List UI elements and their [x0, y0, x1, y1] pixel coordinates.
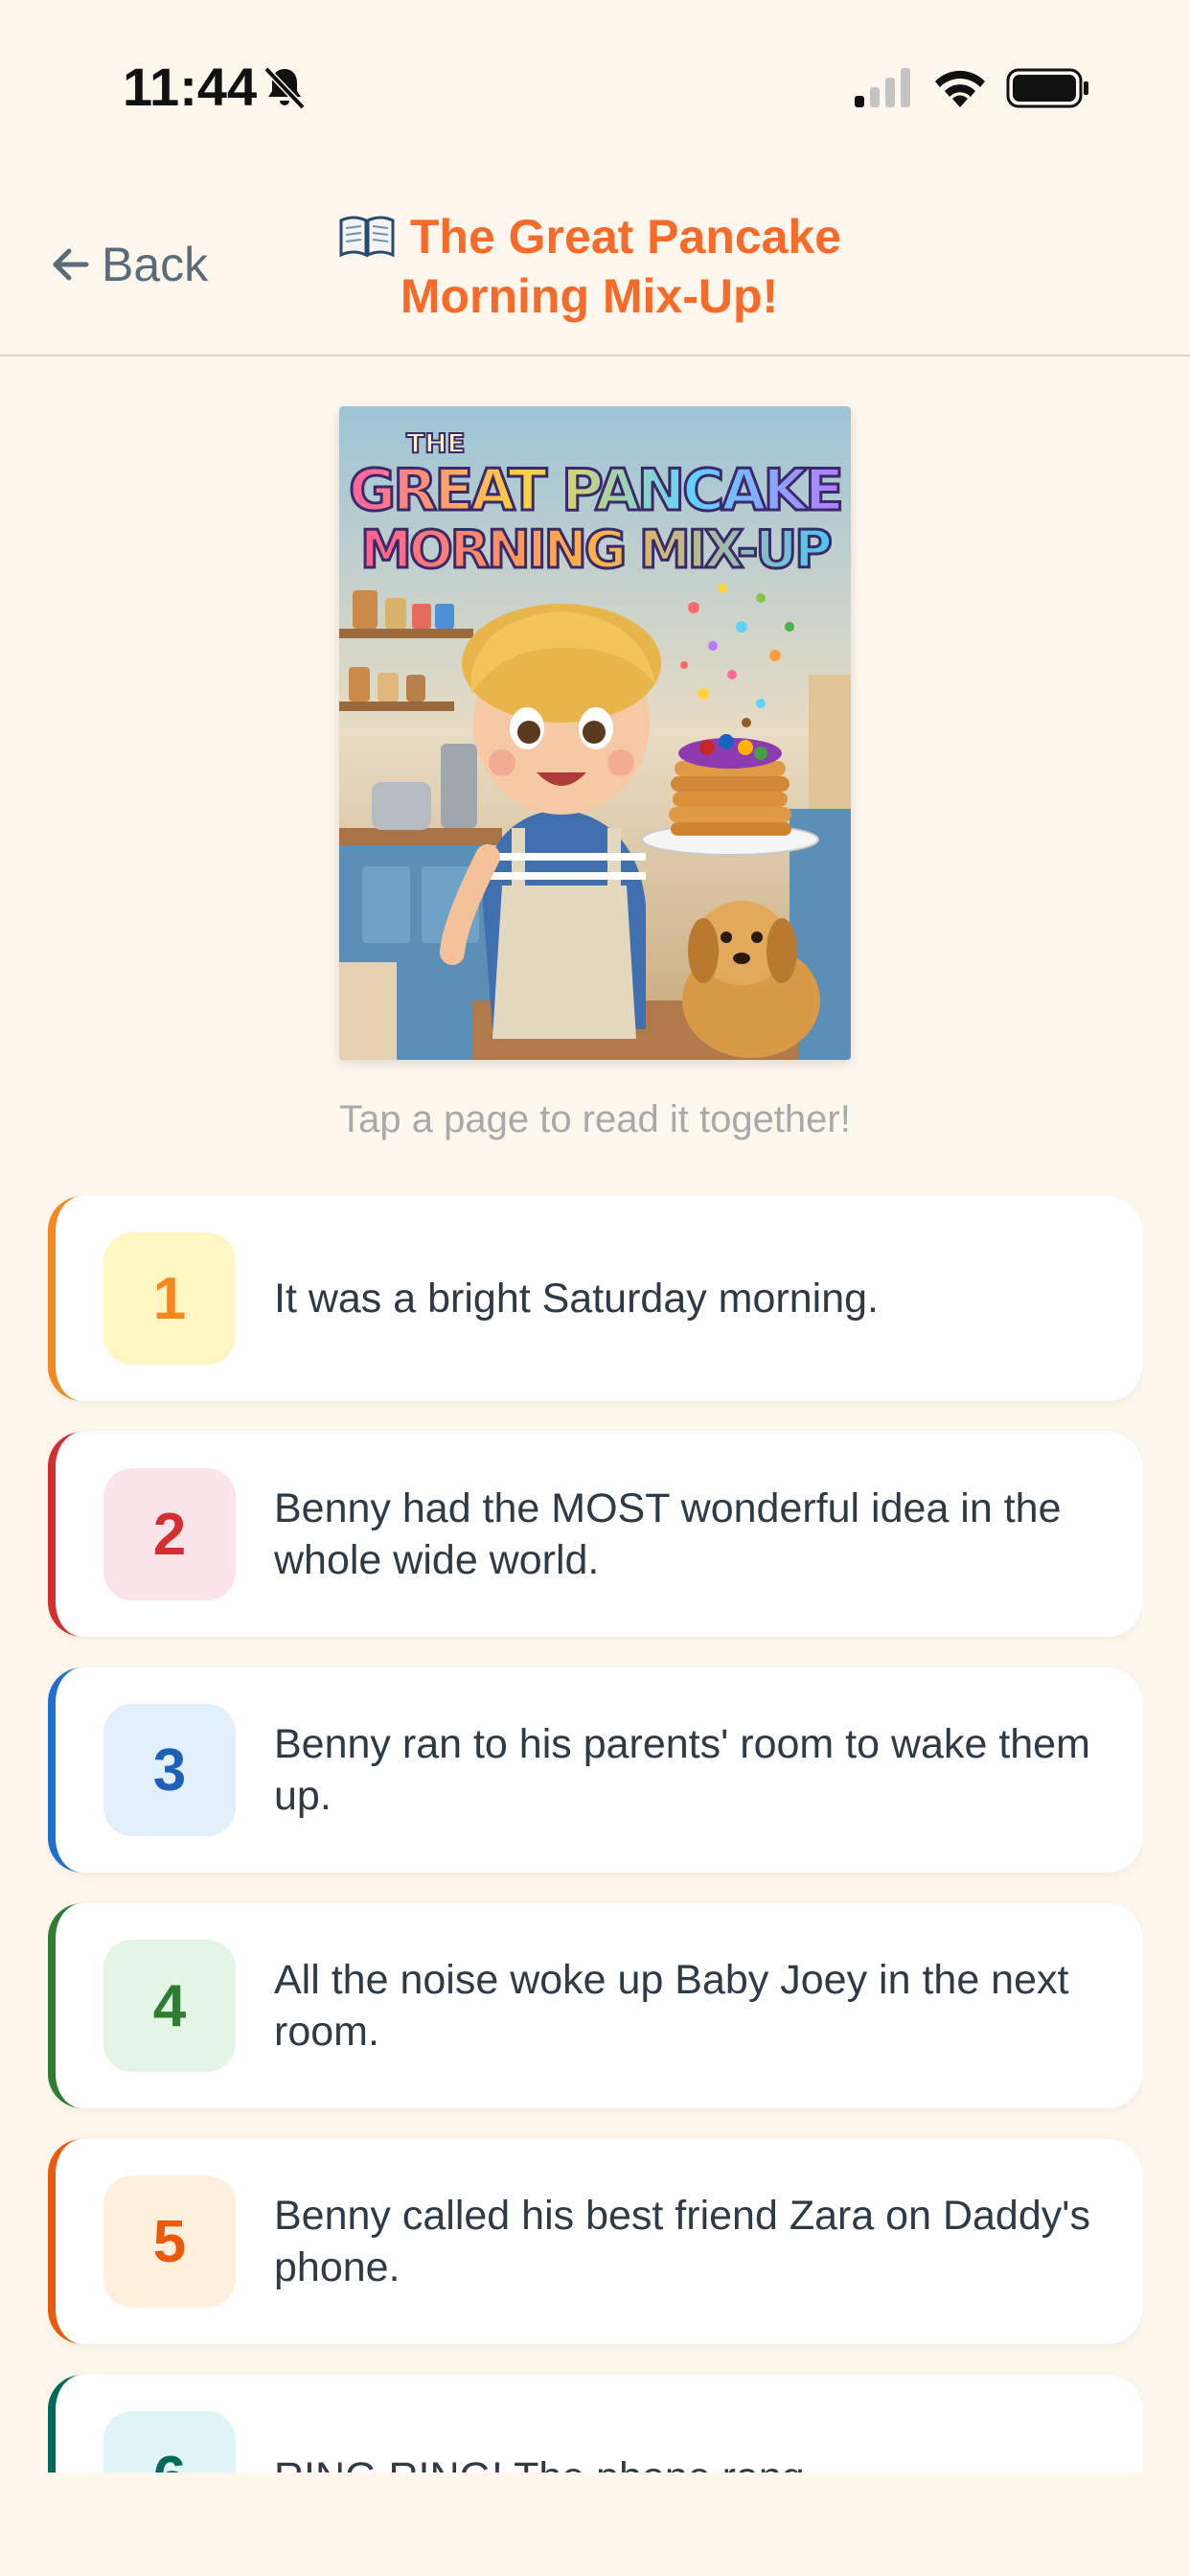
status-bar: 11:44	[0, 0, 1190, 172]
arrow-left-icon	[53, 248, 89, 281]
wifi-icon	[935, 70, 985, 107]
cover-title-line-2: MORNING MIX-UP	[360, 519, 831, 580]
page-card-2[interactable]: 2 Benny had the MOST wonderful idea in t…	[48, 1432, 1142, 1637]
book-cover: GREAT PANCAKE MORNING MIX-UP THE	[339, 406, 851, 1060]
battery-icon	[1006, 68, 1088, 108]
status-time: 11:44	[123, 57, 258, 117]
bell-off-icon	[263, 66, 306, 110]
instruction-hint: Tap a page to read it together!	[339, 1098, 851, 1140]
cover-title-line-1: GREAT PANCAKE	[349, 457, 841, 524]
page-text: Benny called his best friend Zara on Dad…	[274, 2193, 1090, 2290]
page-number-badge: 5	[103, 2175, 236, 2308]
cover-illustration: GREAT PANCAKE MORNING MIX-UP THE	[339, 406, 851, 1060]
page-card-4[interactable]: 4 All the noise woke up Baby Joey in the…	[48, 1903, 1142, 2108]
open-book-icon	[339, 216, 395, 258]
back-button[interactable]: Back	[50, 236, 208, 293]
page-card-3[interactable]: 3 Benny ran to his parents' room to wake…	[48, 1668, 1142, 1873]
signal-icon	[855, 68, 910, 107]
page-title: The Great Pancake Morning Mix-Up!	[287, 207, 891, 326]
page-number-badge: 4	[103, 1940, 236, 2072]
page-card-6[interactable]: 6 RING RING! The phone rang.	[48, 2375, 1142, 2472]
bottom-safe-area	[0, 2472, 1190, 2576]
story-screen: 11:44 Back The Great Pancake Morning Mix…	[0, 0, 1190, 2576]
page-text: It was a bright Saturday morning.	[274, 1276, 879, 1322]
page-card-1[interactable]: 1 It was a bright Saturday morning.	[48, 1196, 1142, 1401]
page-text: All the noise woke up Baby Joey in the n…	[274, 1957, 1069, 2055]
page-text: RING RING! The phone rang.	[274, 2375, 1098, 2472]
page-number-badge: 1	[103, 1232, 236, 1365]
page-number-badge: 3	[103, 1704, 236, 1836]
page-card-5[interactable]: 5 Benny called his best friend Zara on D…	[48, 2139, 1142, 2344]
page-list[interactable]: 1 It was a bright Saturday morning. 2 Be…	[48, 1196, 1142, 2472]
page-text: Benny ran to his parents' room to wake t…	[274, 1721, 1090, 1819]
back-label: Back	[102, 238, 209, 291]
cover-title-the: THE	[406, 427, 466, 459]
page-text: Benny had the MOST wonderful idea in the…	[274, 1485, 1062, 1583]
page-number-badge: 2	[103, 1468, 236, 1600]
title-text: The Great Pancake Morning Mix-Up!	[400, 210, 842, 323]
page-number-badge: 6	[103, 2411, 236, 2472]
header: Back The Great Pancake Morning Mix-Up!	[0, 172, 1190, 356]
